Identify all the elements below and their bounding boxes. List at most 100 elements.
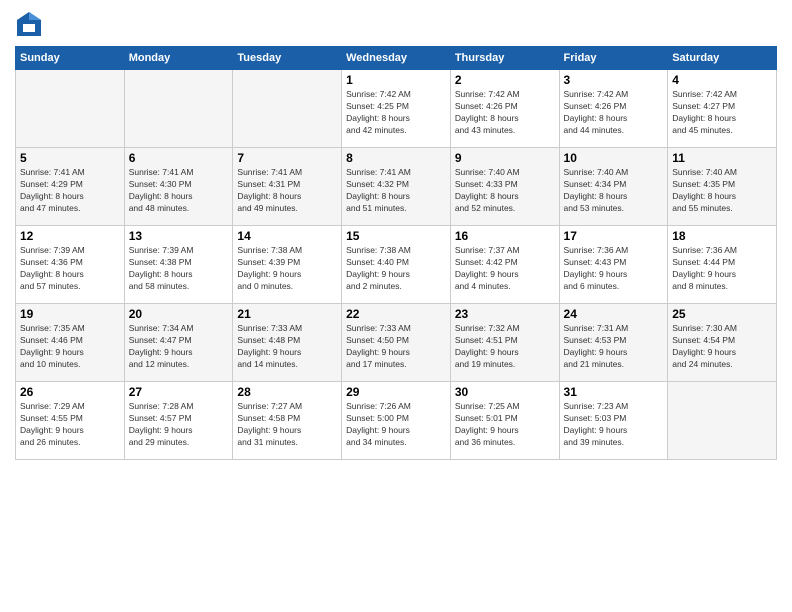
calendar-cell: 16 Sunrise: 7:37 AM Sunset: 4:42 PM Dayli… — [450, 226, 559, 304]
day-number: 21 — [237, 307, 337, 321]
calendar-cell: 7 Sunrise: 7:41 AM Sunset: 4:31 PM Daylig… — [233, 148, 342, 226]
weekday-tuesday: Tuesday — [233, 47, 342, 70]
day-number: 14 — [237, 229, 337, 243]
calendar-cell: 3Sunrise: 7:42 AM Sunset: 4:26 PM Daylig… — [559, 70, 668, 148]
day-info: Sunrise: 7:31 AM Sunset: 4:53 PM Dayligh… — [564, 323, 664, 371]
calendar-cell: 28 Sunrise: 7:27 AM Sunset: 4:58 PM Dayli… — [233, 382, 342, 460]
logo-icon — [15, 10, 43, 38]
calendar-cell: 4 Sunrise: 7:42 AM Sunset: 4:27 PM Daylig… — [668, 70, 777, 148]
weekday-sunday: Sunday — [16, 47, 125, 70]
day-info: Sunrise: 7:39 AM Sunset: 4:38 PM Dayligh… — [129, 245, 229, 293]
calendar-cell: 31 Sunrise: 7:23 AM Sunset: 5:03 PM Dayli… — [559, 382, 668, 460]
day-info: Sunrise: 7:34 AM Sunset: 4:47 PM Dayligh… — [129, 323, 229, 371]
calendar-cell: 22 Sunrise: 7:33 AM Sunset: 4:50 PM Dayli… — [342, 304, 451, 382]
day-info: Sunrise: 7:25 AM Sunset: 5:01 PM Dayligh… — [455, 401, 555, 449]
day-number: 4 — [672, 73, 772, 87]
day-info: Sunrise: 7:27 AM Sunset: 4:58 PM Dayligh… — [237, 401, 337, 449]
calendar-cell: 26 Sunrise: 7:29 AM Sunset: 4:55 PM Dayli… — [16, 382, 125, 460]
day-info: Sunrise: 7:42 AM Sunset: 4:27 PM Dayligh… — [672, 89, 772, 137]
day-info: Sunrise: 7:40 AM Sunset: 4:33 PM Dayligh… — [455, 167, 555, 215]
day-info: Sunrise: 7:36 AM Sunset: 4:43 PM Dayligh… — [564, 245, 664, 293]
calendar-cell: 15Sunrise: 7:38 AM Sunset: 4:40 PM Dayli… — [342, 226, 451, 304]
calendar-week-row: 5 Sunrise: 7:41 AM Sunset: 4:29 PM Daylig… — [16, 148, 777, 226]
day-info: Sunrise: 7:38 AM Sunset: 4:39 PM Dayligh… — [237, 245, 337, 293]
calendar-cell: 27Sunrise: 7:28 AM Sunset: 4:57 PM Dayli… — [124, 382, 233, 460]
calendar-cell: 13 Sunrise: 7:39 AM Sunset: 4:38 PM Dayli… — [124, 226, 233, 304]
day-number: 6 — [129, 151, 229, 165]
day-info: Sunrise: 7:41 AM Sunset: 4:31 PM Dayligh… — [237, 167, 337, 215]
day-info: Sunrise: 7:40 AM Sunset: 4:35 PM Dayligh… — [672, 167, 772, 215]
calendar-cell: 17 Sunrise: 7:36 AM Sunset: 4:43 PM Dayli… — [559, 226, 668, 304]
day-number: 5 — [20, 151, 120, 165]
weekday-saturday: Saturday — [668, 47, 777, 70]
calendar-cell: 10Sunrise: 7:40 AM Sunset: 4:34 PM Dayli… — [559, 148, 668, 226]
calendar-cell: 6 Sunrise: 7:41 AM Sunset: 4:30 PM Daylig… — [124, 148, 233, 226]
day-number: 29 — [346, 385, 446, 399]
day-number: 13 — [129, 229, 229, 243]
calendar-cell: 8 Sunrise: 7:41 AM Sunset: 4:32 PM Daylig… — [342, 148, 451, 226]
day-info: Sunrise: 7:29 AM Sunset: 4:55 PM Dayligh… — [20, 401, 120, 449]
day-number: 19 — [20, 307, 120, 321]
day-number: 1 — [346, 73, 446, 87]
day-number: 11 — [672, 151, 772, 165]
day-number: 24 — [564, 307, 664, 321]
calendar-cell: 30Sunrise: 7:25 AM Sunset: 5:01 PM Dayli… — [450, 382, 559, 460]
weekday-thursday: Thursday — [450, 47, 559, 70]
calendar-cell: 14 Sunrise: 7:38 AM Sunset: 4:39 PM Dayli… — [233, 226, 342, 304]
day-number: 31 — [564, 385, 664, 399]
logo — [15, 10, 47, 38]
day-number: 8 — [346, 151, 446, 165]
calendar-cell: 9Sunrise: 7:40 AM Sunset: 4:33 PM Daylig… — [450, 148, 559, 226]
day-info: Sunrise: 7:37 AM Sunset: 4:42 PM Dayligh… — [455, 245, 555, 293]
day-info: Sunrise: 7:28 AM Sunset: 4:57 PM Dayligh… — [129, 401, 229, 449]
calendar-week-row: 1 Sunrise: 7:42 AM Sunset: 4:25 PM Daylig… — [16, 70, 777, 148]
day-number: 20 — [129, 307, 229, 321]
day-info: Sunrise: 7:30 AM Sunset: 4:54 PM Dayligh… — [672, 323, 772, 371]
calendar-cell: 19Sunrise: 7:35 AM Sunset: 4:46 PM Dayli… — [16, 304, 125, 382]
calendar-week-row: 19Sunrise: 7:35 AM Sunset: 4:46 PM Dayli… — [16, 304, 777, 382]
header — [15, 10, 777, 38]
calendar-week-row: 26 Sunrise: 7:29 AM Sunset: 4:55 PM Dayli… — [16, 382, 777, 460]
calendar-table: SundayMondayTuesdayWednesdayThursdayFrid… — [15, 46, 777, 460]
calendar-cell — [16, 70, 125, 148]
calendar-cell: 18 Sunrise: 7:36 AM Sunset: 4:44 PM Dayli… — [668, 226, 777, 304]
day-number: 15 — [346, 229, 446, 243]
calendar-cell: 12Sunrise: 7:39 AM Sunset: 4:36 PM Dayli… — [16, 226, 125, 304]
weekday-header-row: SundayMondayTuesdayWednesdayThursdayFrid… — [16, 47, 777, 70]
day-info: Sunrise: 7:41 AM Sunset: 4:32 PM Dayligh… — [346, 167, 446, 215]
day-number: 17 — [564, 229, 664, 243]
day-number: 3 — [564, 73, 664, 87]
calendar-cell: 23 Sunrise: 7:32 AM Sunset: 4:51 PM Dayli… — [450, 304, 559, 382]
day-number: 25 — [672, 307, 772, 321]
calendar-cell: 1 Sunrise: 7:42 AM Sunset: 4:25 PM Daylig… — [342, 70, 451, 148]
calendar-cell: 29Sunrise: 7:26 AM Sunset: 5:00 PM Dayli… — [342, 382, 451, 460]
day-info: Sunrise: 7:42 AM Sunset: 4:25 PM Dayligh… — [346, 89, 446, 137]
day-info: Sunrise: 7:33 AM Sunset: 4:50 PM Dayligh… — [346, 323, 446, 371]
calendar-cell — [124, 70, 233, 148]
weekday-monday: Monday — [124, 47, 233, 70]
calendar-cell — [233, 70, 342, 148]
page: SundayMondayTuesdayWednesdayThursdayFrid… — [0, 0, 792, 612]
calendar-cell: 11 Sunrise: 7:40 AM Sunset: 4:35 PM Dayli… — [668, 148, 777, 226]
day-info: Sunrise: 7:32 AM Sunset: 4:51 PM Dayligh… — [455, 323, 555, 371]
day-number: 2 — [455, 73, 555, 87]
day-info: Sunrise: 7:33 AM Sunset: 4:48 PM Dayligh… — [237, 323, 337, 371]
day-number: 10 — [564, 151, 664, 165]
calendar-cell — [668, 382, 777, 460]
day-number: 16 — [455, 229, 555, 243]
day-info: Sunrise: 7:39 AM Sunset: 4:36 PM Dayligh… — [20, 245, 120, 293]
day-number: 7 — [237, 151, 337, 165]
day-info: Sunrise: 7:36 AM Sunset: 4:44 PM Dayligh… — [672, 245, 772, 293]
day-info: Sunrise: 7:41 AM Sunset: 4:30 PM Dayligh… — [129, 167, 229, 215]
day-number: 18 — [672, 229, 772, 243]
day-number: 26 — [20, 385, 120, 399]
day-number: 23 — [455, 307, 555, 321]
day-number: 22 — [346, 307, 446, 321]
day-info: Sunrise: 7:41 AM Sunset: 4:29 PM Dayligh… — [20, 167, 120, 215]
weekday-friday: Friday — [559, 47, 668, 70]
calendar-cell: 21 Sunrise: 7:33 AM Sunset: 4:48 PM Dayli… — [233, 304, 342, 382]
calendar-cell: 24 Sunrise: 7:31 AM Sunset: 4:53 PM Dayli… — [559, 304, 668, 382]
calendar-cell: 20 Sunrise: 7:34 AM Sunset: 4:47 PM Dayli… — [124, 304, 233, 382]
day-info: Sunrise: 7:23 AM Sunset: 5:03 PM Dayligh… — [564, 401, 664, 449]
day-number: 28 — [237, 385, 337, 399]
